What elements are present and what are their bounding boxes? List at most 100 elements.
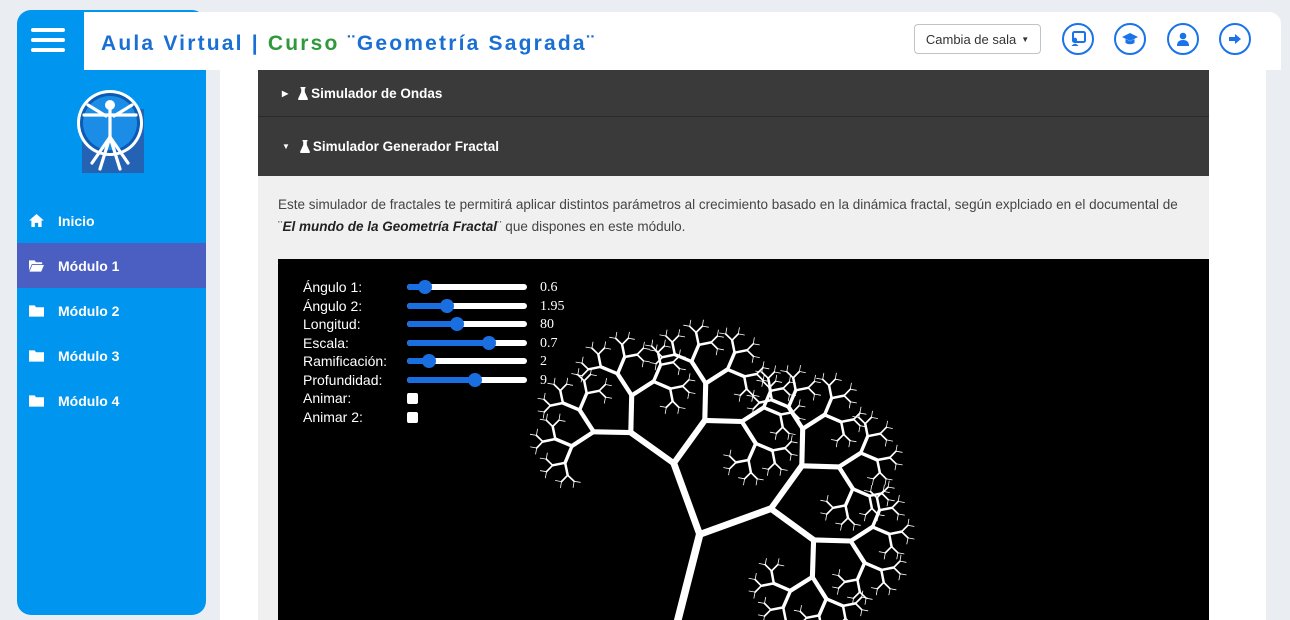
- fractal-branch: [834, 378, 842, 381]
- scale-slider[interactable]: [407, 335, 527, 350]
- fractal-branch: [811, 537, 854, 544]
- slider-knob[interactable]: [468, 372, 483, 387]
- fractal-branch: [670, 459, 704, 538]
- fractal-branch: [824, 597, 845, 608]
- fractal-branch: [665, 329, 668, 337]
- fractal-branch: [530, 446, 538, 449]
- fractal-branch: [784, 447, 793, 456]
- fractal-branch: [790, 441, 798, 444]
- sidebar-item-inicio[interactable]: Inicio: [17, 198, 206, 243]
- fractal-branch: [605, 396, 613, 399]
- fractal-branch: [892, 560, 901, 569]
- fractal-branch: [837, 587, 839, 595]
- fractal-branch: [825, 506, 834, 515]
- fractal-branch: [752, 395, 761, 404]
- top-header: Aula Virtual | Curso ¨Geometría Sagrada¨…: [84, 12, 1281, 70]
- classroom-button[interactable]: [1062, 23, 1094, 55]
- fractal-canvas[interactable]: Ángulo 1: 0.6 Ángulo 2: 1.95 Longitud: 8…: [278, 259, 1209, 620]
- fractal-branch: [728, 461, 737, 470]
- fractal-branch: [841, 604, 847, 620]
- sidebar-nav: Inicio Módulo 1 Módulo 2 Módulo 3 Módulo…: [17, 198, 206, 423]
- fractal-branch: [843, 394, 852, 403]
- logout-button[interactable]: [1219, 23, 1251, 55]
- fractal-branch: [870, 525, 891, 536]
- fractal-branch: [848, 401, 851, 409]
- fractal-branch: [671, 340, 677, 356]
- fractal-branch: [892, 566, 901, 575]
- fractal-branch: [739, 388, 748, 397]
- fractal-branch: [753, 591, 756, 599]
- profile-button[interactable]: [1167, 23, 1199, 55]
- fractal-branch: [771, 446, 787, 452]
- fractal-branch: [841, 602, 857, 608]
- slider-knob[interactable]: [481, 335, 496, 350]
- fractal-branch: [545, 452, 548, 460]
- branching-slider[interactable]: [407, 354, 527, 368]
- angle-2-slider[interactable]: [407, 298, 527, 313]
- angle-1-slider[interactable]: [407, 280, 527, 294]
- room-select-dropdown[interactable]: Cambia de sala ▼: [914, 24, 1041, 54]
- slider-knob[interactable]: [439, 298, 454, 313]
- fractal-branch: [627, 331, 630, 339]
- fractal-branch: [897, 513, 905, 516]
- length-slider[interactable]: [407, 317, 527, 331]
- sidebar-item-label: Inicio: [58, 212, 95, 229]
- animate-checkbox[interactable]: [407, 393, 418, 404]
- fractal-branch: [651, 363, 663, 384]
- slider-knob[interactable]: [418, 280, 432, 294]
- menu-toggle-button[interactable]: [31, 28, 65, 56]
- courses-button[interactable]: [1114, 23, 1146, 55]
- fractal-branch: [728, 455, 737, 464]
- fractal-branch: [671, 334, 680, 344]
- fractal-branch: [767, 371, 776, 380]
- fractal-branch: [807, 386, 816, 395]
- accordion-simulador-fractal[interactable]: ▼ Simulador Generador Fractal: [258, 116, 1209, 176]
- fractal-branch: [836, 450, 863, 470]
- sidebar-item-modulo-4[interactable]: Módulo 4: [17, 378, 206, 423]
- sidebar-item-modulo-3[interactable]: Módulo 3: [17, 333, 206, 378]
- accordion-simulador-ondas[interactable]: ▶ Simulador de Ondas: [258, 70, 1209, 116]
- fractal-branch: [848, 524, 875, 544]
- fractal-branch: [535, 428, 538, 436]
- fractal-branch: [764, 558, 767, 566]
- fractal-branch: [623, 353, 639, 359]
- main-content: ▶ Simulador de Ondas ▼ Simulador Generad…: [220, 70, 1266, 620]
- slider-knob[interactable]: [450, 317, 465, 331]
- depth-slider[interactable]: [407, 372, 527, 387]
- fractal-branch: [767, 462, 805, 512]
- sidebar-item-modulo-2[interactable]: Módulo 2: [17, 288, 206, 333]
- fractal-branch: [683, 324, 691, 327]
- control-row-ramificacion: Ramificación: 2: [303, 353, 603, 372]
- fractal-branch: [738, 477, 746, 480]
- animate-2-checkbox[interactable]: [407, 411, 418, 423]
- fractal-branch: [900, 530, 909, 539]
- fractal-branch: [774, 432, 777, 440]
- fractal-branch: [888, 450, 897, 459]
- hamburger-line: [31, 48, 65, 52]
- fractal-branch: [757, 601, 765, 604]
- fractal-branch: [798, 417, 806, 420]
- control-row-animar-2: Animar 2:: [303, 409, 603, 428]
- fractal-branch: [651, 379, 672, 391]
- fractal-branch: [895, 463, 903, 466]
- fractal-branch: [794, 386, 810, 392]
- fractal-branch: [734, 458, 750, 464]
- fractal-branch: [864, 507, 873, 516]
- fractal-branch: [599, 365, 620, 376]
- fractal-branch: [761, 467, 769, 470]
- fractal-branch: [875, 588, 878, 596]
- fractal-branch: [898, 573, 901, 581]
- sidebar-item-modulo-1[interactable]: Módulo 1: [17, 243, 206, 288]
- slider-knob[interactable]: [421, 354, 436, 368]
- fractal-branch: [850, 401, 857, 404]
- fractal-branch: [857, 416, 867, 425]
- fractal-branch: [876, 581, 885, 590]
- fractal-branch: [849, 440, 857, 443]
- fractal-branch: [826, 494, 829, 502]
- fractal-branch: [725, 367, 746, 379]
- fractal-branch: [723, 467, 731, 470]
- folder-icon: [29, 395, 44, 407]
- fractal-branch: [560, 474, 569, 483]
- fractal-branch: [761, 405, 782, 417]
- fractal-branch: [839, 420, 845, 436]
